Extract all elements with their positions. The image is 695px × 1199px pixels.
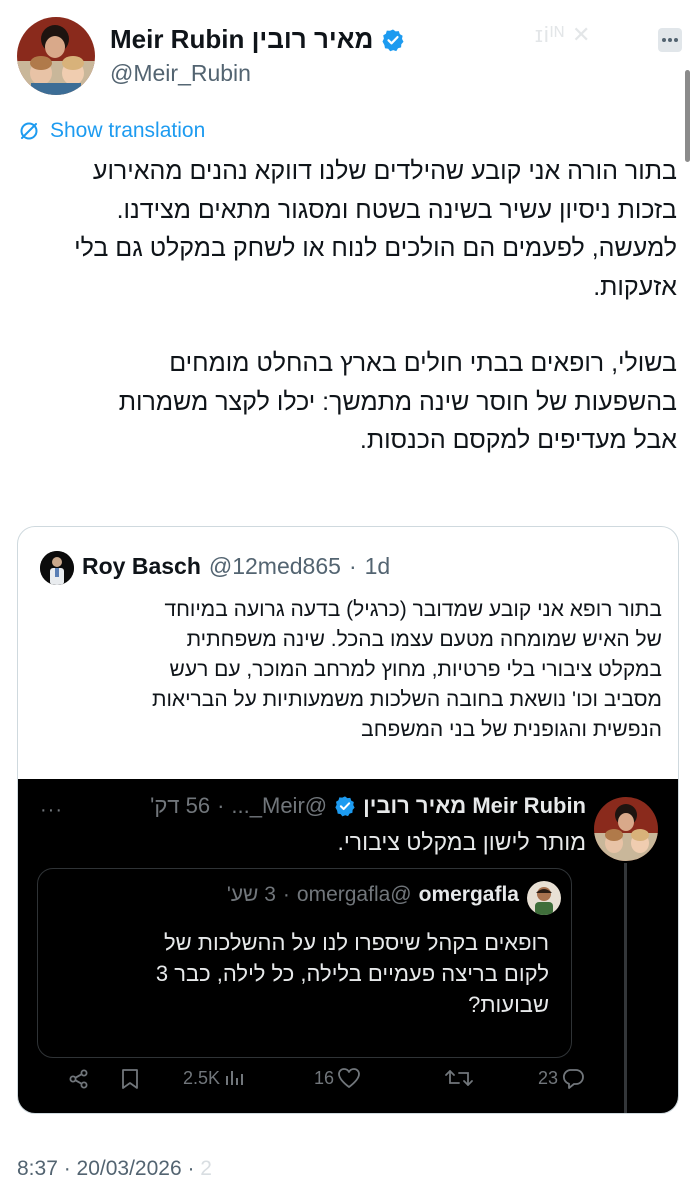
embedded-text: מותר לישון במקלט ציבורי. (337, 829, 586, 855)
bookmark-icon (122, 1069, 138, 1089)
embedded-quote-separator: · (282, 883, 290, 906)
heart-icon (338, 1068, 360, 1088)
watermark-logo: ɪiᴵᴺ ✕ (535, 22, 592, 47)
tweet-timestamp[interactable]: 8:37 · 20/03/2026 · 2 (17, 1157, 212, 1181)
share-icon (69, 1069, 88, 1089)
quote-separator: · (348, 553, 357, 579)
quote-author-handle[interactable]: @12med865 (209, 553, 341, 580)
author-handle[interactable]: @Meir_Rubin (110, 60, 251, 87)
quote-time[interactable]: 1d (365, 553, 391, 580)
tweet-paragraph-1: בתור הורה אני קובע שהילדים שלנו דווקא נה… (74, 157, 677, 301)
quote-header: Roy Basch @12med865 · 1d (82, 553, 390, 580)
embedded-time: 56 דק' (150, 793, 211, 818)
tweet-body: בתור הורה אני קובע שהילדים שלנו דווקא נה… (17, 152, 677, 460)
views-action: 2.5K (183, 1067, 245, 1089)
show-translation-link[interactable]: Show translation (17, 119, 205, 143)
like-action: 16 (314, 1067, 361, 1089)
embedded-quote-author-name: omergafla (418, 883, 519, 906)
embedded-author-handle: @Meir_... (231, 793, 328, 818)
embedded-quote-header: omergafla @omergafla · 3 שע' (227, 883, 519, 907)
author-name[interactable]: Meir Rubin מאיר רובין (110, 24, 405, 55)
retweet-icon (445, 1070, 473, 1086)
author-name-text[interactable]: Meir Rubin מאיר רובין (110, 24, 373, 55)
embedded-author-name: Meir Rubin מאיר רובין (363, 793, 586, 818)
bookmark-action (119, 1067, 141, 1091)
embedded-verified-badge-icon (335, 796, 355, 817)
reply-action: 23 (538, 1067, 585, 1089)
embedded-screenshot: Meir Rubin מאיר רובין @Meir_... · 56 דק'… (18, 779, 678, 1113)
embedded-action-bar: 2.5K 16 23 (18, 1067, 678, 1103)
tweet-paragraph-2: בשולי, רופאים בבתי חולים בארץ בהחלט מומח… (118, 349, 677, 454)
share-action (67, 1067, 91, 1091)
reply-icon (563, 1069, 584, 1089)
timestamp-text[interactable]: 8:37 · 20/03/2026 · (17, 1157, 194, 1180)
embedded-quote-text: רופאים בקהל שיספרו לנו על ההשלכות של לקו… (155, 930, 549, 1017)
timestamp-faded: 2 (194, 1157, 212, 1180)
embedded-quote-time: 3 שע' (226, 883, 276, 906)
quote-text: בתור רופא אני קובע שמדובר (כרגיל) בדעה ג… (151, 598, 662, 741)
reply-count: 23 (538, 1067, 559, 1088)
embedded-more-icon: ··· (40, 799, 63, 821)
embedded-author-avatar (594, 797, 658, 861)
embedded-quote-author-handle: @omergafla (296, 883, 412, 906)
like-count: 16 (314, 1067, 335, 1088)
quote-avatar[interactable] (40, 551, 74, 585)
views-count: 2.5K (183, 1067, 221, 1088)
quote-author-name[interactable]: Roy Basch (82, 553, 201, 580)
verified-badge-icon (382, 29, 404, 51)
embedded-quote-card: omergafla @omergafla · 3 שע' רופאים בקהל… (37, 868, 572, 1058)
retweet-action (444, 1067, 474, 1089)
embedded-header: Meir Rubin מאיר רובין @Meir_... · 56 דק' (150, 793, 586, 819)
more-options-icon[interactable] (656, 26, 684, 54)
quoted-tweet[interactable]: Roy Basch @12med865 · 1d בתור רופא אני ק… (17, 526, 679, 1114)
author-avatar[interactable] (17, 17, 95, 95)
embedded-quote-avatar (527, 881, 561, 915)
views-icon (226, 1071, 244, 1085)
translate-icon (20, 122, 38, 140)
show-translation-label[interactable]: Show translation (50, 119, 205, 143)
scrollbar[interactable] (685, 70, 690, 162)
embedded-separator: · (217, 793, 225, 818)
